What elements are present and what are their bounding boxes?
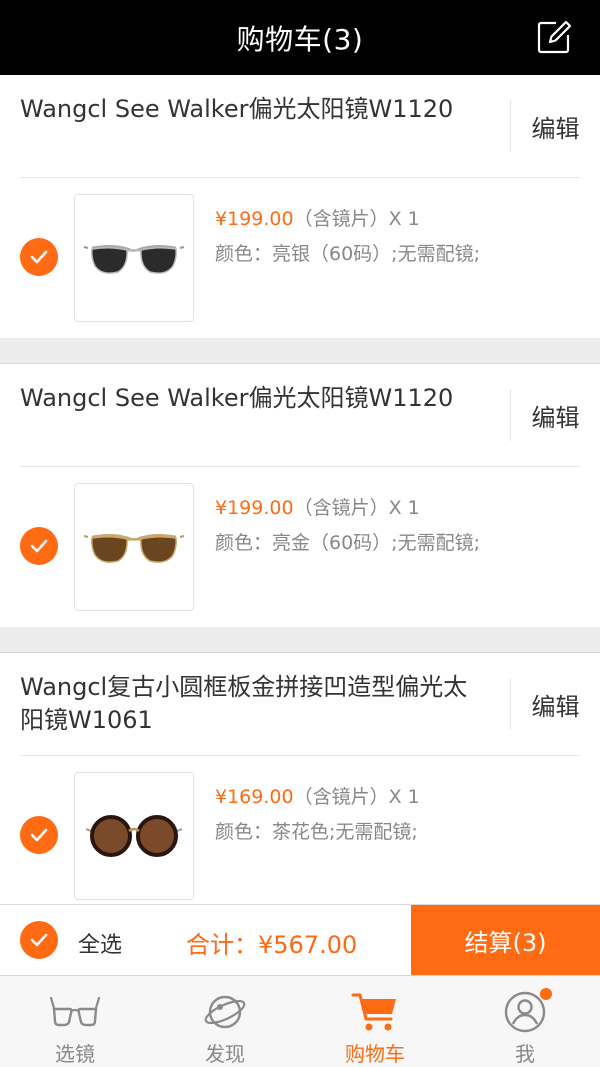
item-spec: 颜色：茶花色;无需配镜; [215,821,418,843]
edit-item-button[interactable]: 编辑 [510,389,600,441]
product-title[interactable]: Wangcl复古小圆框板金拼接凹造型偏光太阳镜W1061 [20,671,490,737]
check-icon [30,933,48,947]
checkout-bar: 全选 合计：¥567.00 结算(3) [0,904,600,975]
price-line: ¥199.00（含镜片）X 1 [215,204,420,231]
checkout-button[interactable]: 结算(3) [411,905,600,975]
product-image[interactable] [74,483,194,611]
cart-item: Wangcl See Walker偏光太阳镜W1120 编辑 ¥199.00（含… [0,75,600,338]
item-quantity: X 1 [388,786,420,808]
item-quantity: X 1 [388,208,420,230]
edit-item-button[interactable]: 编辑 [510,678,600,730]
edit-icon[interactable] [536,19,572,55]
notification-dot [540,988,552,1000]
lens-note: （含镜片） [293,208,389,230]
item-price: ¥199.00 [215,497,294,519]
tab-label: 购物车 [345,1042,405,1066]
planet-icon [204,995,246,1029]
price-line: ¥199.00（含镜片）X 1 [215,493,420,520]
aviator-sunglasses-gold [83,534,185,563]
bottom-tab-bar: 选镜 发现 购物车 我 [0,975,600,1067]
aviator-sunglasses-silver [83,245,185,274]
cart-item-header: Wangcl复古小圆框板金拼接凹造型偏光太阳镜W1061 编辑 [0,653,600,756]
tab-cart[interactable]: 购物车 [300,976,450,1067]
tab-discover[interactable]: 发现 [150,976,300,1067]
tab-me[interactable]: 我 [450,976,600,1067]
tab-label: 我 [515,1042,535,1066]
check-icon [30,539,48,553]
item-price: ¥169.00 [215,786,294,808]
product-image[interactable] [74,194,194,322]
select-all-label[interactable]: 全选 [78,927,122,959]
item-checkbox[interactable] [20,238,58,276]
cart-item: Wangcl复古小圆框板金拼接凹造型偏光太阳镜W1061 编辑 ¥169.00（… [0,652,600,916]
page-title: 购物车(3) [236,22,364,56]
cart-item-body: ¥199.00（含镜片）X 1 颜色：亮银（60码）;无需配镜; [0,178,600,338]
item-spec: 颜色：亮金（60码）;无需配镜; [215,532,480,554]
cart-item-header: Wangcl See Walker偏光太阳镜W1120 编辑 [0,364,600,467]
item-price: ¥199.00 [215,208,294,230]
edit-item-button[interactable]: 编辑 [510,100,600,152]
item-checkbox[interactable] [20,816,58,854]
cart-list: Wangcl See Walker偏光太阳镜W1120 编辑 ¥199.00（含… [0,75,600,916]
total-amount: 合计：¥567.00 [186,925,357,960]
total-value: ¥567.00 [258,931,358,959]
cart-item-body: ¥169.00（含镜片）X 1 颜色：茶花色;无需配镜; [0,756,600,916]
cart-item-body: ¥199.00（含镜片）X 1 颜色：亮金（60码）;无需配镜; [0,467,600,627]
glasses-icon [49,996,101,1027]
total-label: 合计： [186,931,258,959]
tab-choose-glasses[interactable]: 选镜 [0,976,150,1067]
check-icon [30,828,48,842]
header-bar: 购物车(3) [0,0,600,75]
cart-item-header: Wangcl See Walker偏光太阳镜W1120 编辑 [0,75,600,178]
tab-label: 选镜 [55,1042,95,1066]
price-line: ¥169.00（含镜片）X 1 [215,782,420,809]
item-spec: 颜色：亮银（60码）;无需配镜; [215,243,480,265]
check-icon [30,250,48,264]
tab-label: 发现 [205,1042,245,1066]
item-checkbox[interactable] [20,527,58,565]
cart-icon [351,993,396,1031]
product-image[interactable] [74,772,194,900]
select-all-checkbox[interactable] [20,921,58,959]
product-title[interactable]: Wangcl See Walker偏光太阳镜W1120 [20,93,490,126]
product-title[interactable]: Wangcl See Walker偏光太阳镜W1120 [20,382,490,415]
lens-note: （含镜片） [293,497,389,519]
cart-screen: 购物车(3) Wangcl See Walker偏光太阳镜W1120 编辑 ¥1… [0,0,600,1067]
lens-note: （含镜片） [293,786,389,808]
round-sunglasses-tortoise [85,815,183,857]
item-quantity: X 1 [388,497,420,519]
cart-item: Wangcl See Walker偏光太阳镜W1120 编辑 ¥199.00（含… [0,363,600,627]
